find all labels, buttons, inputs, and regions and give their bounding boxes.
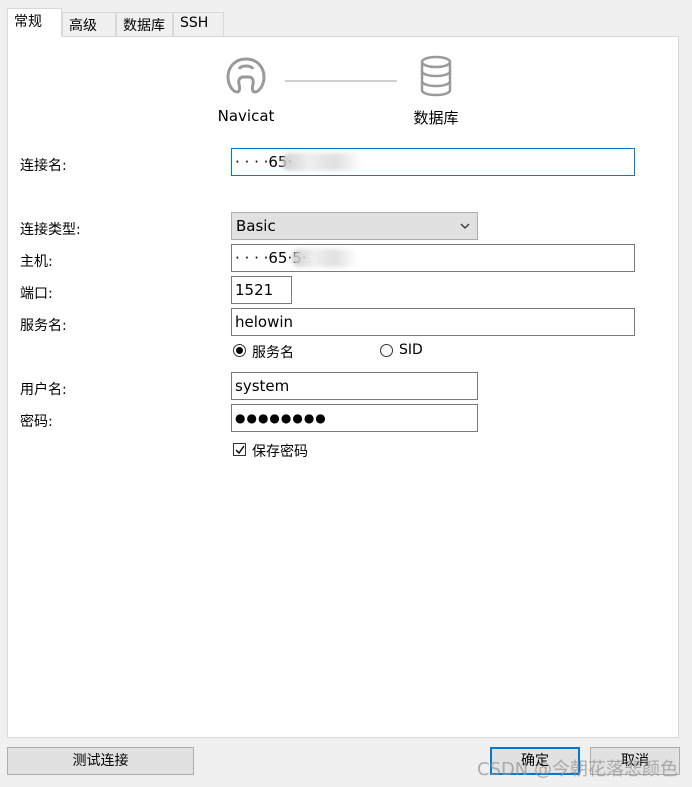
radio-selected-dot <box>236 347 243 354</box>
password-value: ●●●●●●●● <box>235 411 327 425</box>
service-name-value: helowin <box>235 313 294 331</box>
connection-type-value: Basic <box>236 217 276 235</box>
connection-name-field[interactable]: · · · ·65· <box>231 148 635 176</box>
host-label: 主机: <box>20 254 53 270</box>
connection-type-select[interactable]: Basic <box>231 212 478 240</box>
chevron-down-icon <box>460 223 470 229</box>
tab-advanced[interactable]: 高级 <box>62 12 116 36</box>
username-label: 用户名: <box>20 382 67 398</box>
database-caption: 数据库 <box>413 109 459 127</box>
redaction-blur <box>282 153 362 171</box>
port-label: 端口: <box>20 286 53 302</box>
test-connection-button[interactable]: 测试连接 <box>7 747 194 775</box>
service-name-label: 服务名: <box>20 318 67 334</box>
navicat-caption: Navicat <box>217 107 275 125</box>
save-password-checkbox[interactable] <box>233 443 246 456</box>
radio-sid-label: SID <box>399 342 423 358</box>
password-label: 密码: <box>20 414 53 430</box>
port-value: 1521 <box>235 281 274 299</box>
connection-line <box>285 80 397 82</box>
database-icon <box>420 55 452 97</box>
tab-databases[interactable]: 数据库 <box>116 12 173 36</box>
tab-general[interactable]: 常规 <box>7 8 62 37</box>
redaction-blur <box>292 249 357 267</box>
tab-ssh[interactable]: SSH <box>173 12 224 36</box>
save-password-label: 保存密码 <box>252 444 308 460</box>
service-name-field[interactable]: helowin <box>231 308 635 336</box>
radio-service-name[interactable] <box>233 344 246 357</box>
radio-sid[interactable] <box>380 344 393 357</box>
username-value: system <box>235 377 290 395</box>
password-field[interactable]: ●●●●●●●● <box>231 404 478 432</box>
connection-type-label: 连接类型: <box>20 222 81 238</box>
check-icon <box>235 445 245 455</box>
connection-name-label: 连接名: <box>20 158 67 174</box>
host-field[interactable]: · · · ·65·5· <box>231 244 635 272</box>
port-field[interactable]: 1521 <box>231 276 292 304</box>
username-field[interactable]: system <box>231 372 478 400</box>
navicat-logo-icon <box>226 57 266 94</box>
radio-service-name-label: 服务名 <box>252 345 294 361</box>
csdn-watermark: CSDN @今朝花落悲颜色 <box>476 759 678 780</box>
